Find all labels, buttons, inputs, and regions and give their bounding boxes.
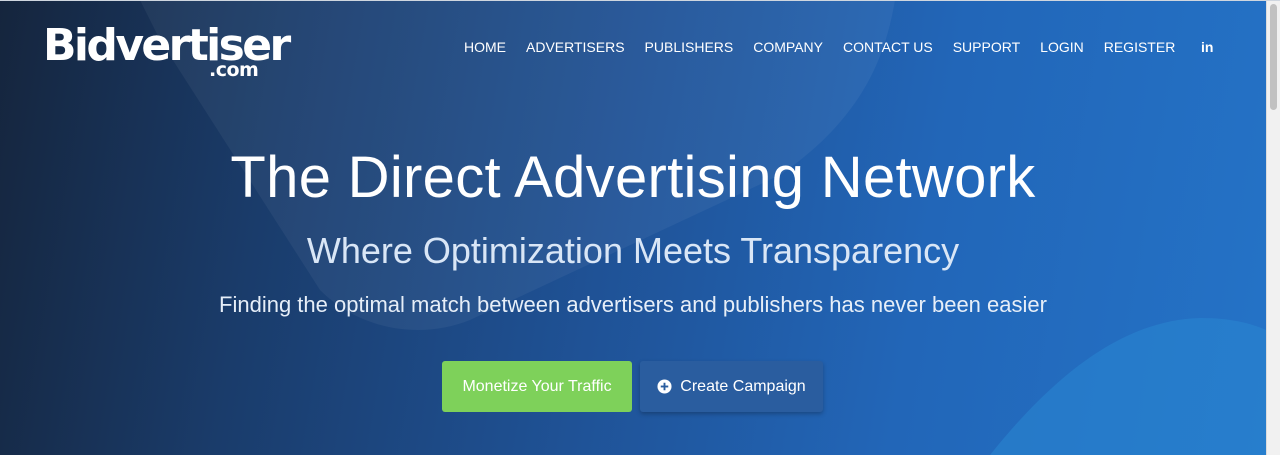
logo-domain-suffix: .com	[209, 59, 259, 81]
nav-item-login[interactable]: LOGIN	[1030, 38, 1094, 56]
nav-item-register[interactable]: REGISTER	[1094, 38, 1186, 56]
plus-circle-icon	[657, 379, 672, 394]
nav-item-contact-us[interactable]: CONTACT US	[833, 38, 943, 56]
scrollbar-thumb[interactable]	[1270, 4, 1277, 110]
nav-item-company[interactable]: COMPANY	[743, 38, 833, 56]
monetize-traffic-label: Monetize Your Traffic	[462, 378, 612, 395]
top-border	[0, 0, 1280, 1]
create-campaign-label: Create Campaign	[680, 378, 806, 395]
nav-item-publishers[interactable]: PUBLISHERS	[635, 38, 744, 56]
vertical-scrollbar[interactable]	[1266, 0, 1280, 455]
bidvertiser-logo[interactable]: Bidvertiser .com	[43, 22, 293, 82]
nav-item-support[interactable]: SUPPORT	[943, 38, 1030, 56]
monetize-traffic-button[interactable]: Monetize Your Traffic	[442, 361, 632, 412]
hero-headline: The Direct Advertising Network	[230, 145, 1036, 210]
linkedin-icon[interactable]: in	[1201, 39, 1213, 55]
nav-item-home[interactable]: HOME	[454, 38, 516, 56]
hero-subheadline: Where Optimization Meets Transparency	[306, 230, 960, 271]
main-navigation: HOME ADVERTISERS PUBLISHERS COMPANY CONT…	[454, 38, 1185, 56]
hero-tagline: Finding the optimal match between advert…	[219, 292, 1047, 317]
browser-viewport: Bidvertiser .com HOME ADVERTISERS PUBLIS…	[0, 0, 1280, 455]
hero-section: Bidvertiser .com HOME ADVERTISERS PUBLIS…	[0, 0, 1266, 455]
nav-item-advertisers[interactable]: ADVERTISERS	[516, 38, 635, 56]
create-campaign-button[interactable]: Create Campaign	[640, 361, 823, 412]
